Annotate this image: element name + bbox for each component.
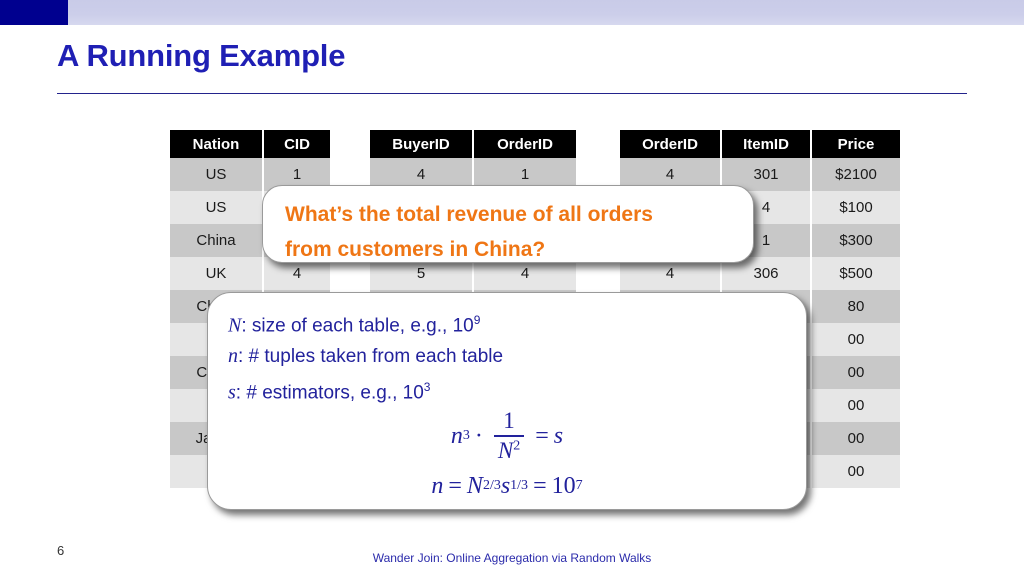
page-title: A Running Example: [57, 38, 346, 73]
cell-price: 00: [811, 422, 900, 455]
cell-nation: US: [170, 191, 264, 224]
cell-nation: China: [170, 224, 264, 257]
column-header-nation: Nation: [170, 130, 264, 158]
equation-two-result-exp: 7: [575, 478, 583, 493]
math-exponent-3: 3: [423, 380, 431, 395]
cell-price: 00: [811, 389, 900, 422]
equation-one-lhs-var: n: [450, 422, 463, 449]
cell-price: 00: [811, 323, 900, 356]
equation-one-fraction-bar: [493, 435, 525, 437]
column-header-buyerid: BuyerID: [370, 130, 474, 158]
cell-price: 80: [811, 290, 900, 323]
column-header-orderid: OrderID: [620, 130, 722, 158]
cell-nation: UK: [170, 257, 264, 290]
math-definition-n-text: : # tuples taken from each table: [238, 346, 504, 368]
equation-one-equals: =: [535, 422, 549, 449]
equation-one-lhs-exp: 3: [462, 428, 470, 443]
callout-question-line2: from customers in China?: [285, 238, 546, 261]
equation-two-equals-second: =: [533, 472, 547, 499]
column-header-cid: CID: [263, 130, 330, 158]
cell-price: $300: [811, 224, 900, 257]
math-definition-s: s: # estimators, e.g., 103: [228, 372, 503, 408]
column-header-orderid: OrderID: [473, 130, 576, 158]
equation-one-dot: ·: [474, 422, 483, 449]
column-header-itemid: ItemID: [721, 130, 812, 158]
equation-two-N-exp: 2/3: [482, 478, 501, 493]
top-banner: [0, 0, 1024, 25]
math-var-s: s: [228, 381, 236, 404]
cell-price: $100: [811, 191, 900, 224]
equation-one-denominator: N2: [494, 438, 524, 463]
callout-math: N: size of each table, e.g., 109 n: # tu…: [207, 292, 807, 510]
math-exponent-9: 9: [473, 313, 481, 327]
cell-price: 00: [811, 356, 900, 389]
callout-question-line1: What’s the total revenue of all orders: [285, 203, 653, 226]
title-divider: [57, 93, 967, 94]
math-definition-N-text: : size of each table, e.g., 10: [241, 315, 474, 337]
equation-one: n3 · 1 N2 = s: [208, 408, 806, 464]
math-equations: n3 · 1 N2 = s n = N 2/3 s 1/3 = 10 7: [208, 408, 806, 506]
equation-two-s-exp: 1/3: [510, 478, 529, 493]
banner-accent-block: [0, 0, 68, 25]
cell-nation: US: [170, 158, 264, 191]
cell-price: 00: [811, 455, 900, 488]
math-var-N: N: [228, 314, 242, 337]
footer-note: Wander Join: Online Aggregation via Rand…: [372, 551, 652, 565]
math-definitions: N: size of each table, e.g., 109 n: # tu…: [228, 305, 503, 409]
equation-two-s-var: s: [500, 472, 511, 499]
equation-one-fraction: 1 N2: [493, 407, 525, 463]
equation-one-rhs: s: [553, 422, 564, 449]
callout-question: What’s the total revenue of all orders f…: [262, 185, 754, 263]
table-header-row: Nation CID: [170, 130, 330, 158]
cell-price: $500: [811, 257, 900, 290]
column-header-price: Price: [811, 130, 900, 158]
math-definition-n: n: # tuples taken from each table: [228, 341, 503, 372]
math-definition-s-text: : # estimators, e.g., 10: [235, 382, 424, 404]
equation-two: n = N 2/3 s 1/3 = 10 7: [208, 466, 806, 506]
equation-two-result: 10: [551, 472, 576, 499]
math-definition-N: N: size of each table, e.g., 109: [228, 305, 503, 341]
cell-price: $2100: [811, 158, 900, 191]
equation-two-N-var: N: [466, 472, 483, 499]
equation-one-den-var: N: [497, 438, 514, 463]
equation-two-lhs: n: [431, 472, 444, 499]
table-header-row: BuyerID OrderID: [370, 130, 576, 158]
equation-two-equals-first: =: [448, 472, 462, 499]
table-header-row: OrderID ItemID Price: [620, 130, 900, 158]
equation-one-den-exp: 2: [513, 438, 521, 454]
math-var-n: n: [228, 345, 238, 368]
equation-one-numerator: 1: [503, 407, 515, 433]
callout-question-text: What’s the total revenue of all orders f…: [285, 197, 735, 267]
